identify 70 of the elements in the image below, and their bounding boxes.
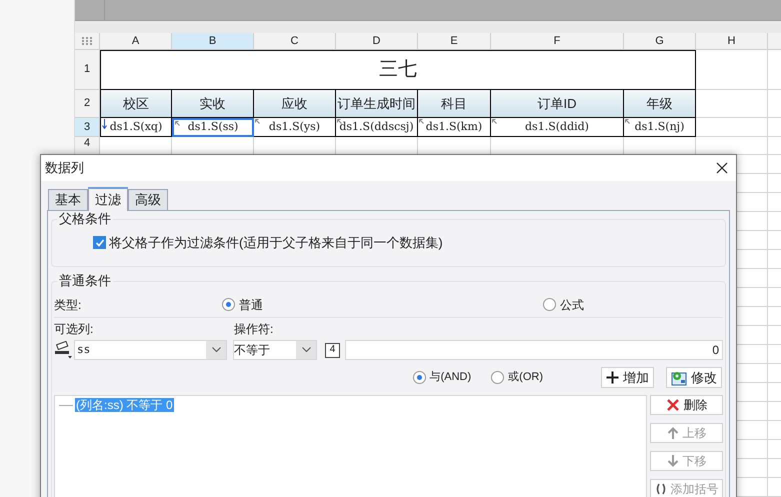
radio-button[interactable] [412, 371, 426, 384]
radio-label: 或(OR) [508, 370, 543, 386]
radio-label: 公式 [560, 296, 584, 314]
arrow-down-icon [102, 119, 107, 130]
edit-button[interactable]: 修改 [666, 367, 722, 388]
close-icon [666, 398, 680, 412]
window-title: 数据列 [45, 159, 84, 178]
type-label: 类型: [54, 296, 82, 314]
header-cell: 应收 [254, 90, 336, 118]
column-header[interactable]: D [336, 33, 418, 50]
column-header[interactable]: F [491, 33, 624, 50]
operator-label: 操作符: [234, 321, 274, 338]
bracket-icon [654, 483, 666, 495]
corner-marker-icon [175, 121, 180, 126]
report-title: 三七 [100, 50, 696, 90]
add-button[interactable]: 增加 [601, 367, 654, 388]
column-type-icon[interactable] [54, 341, 74, 359]
radio-button[interactable] [491, 371, 504, 384]
checkbox[interactable] [93, 236, 106, 250]
column-label: 可选列: [54, 321, 94, 338]
radio-label: 普通 [239, 296, 263, 314]
value-field[interactable]: 0 [345, 340, 723, 360]
corner-marker-icon [337, 119, 342, 124]
operator-dropdown[interactable]: 不等于 [233, 340, 317, 360]
field-cell[interactable]: ds1.S(ys) [254, 118, 336, 138]
row-header[interactable]: 3 [75, 118, 100, 138]
column-header[interactable]: E [418, 33, 491, 50]
header-cell: 科目 [418, 90, 491, 118]
header-cell: 实收 [172, 90, 254, 118]
select-all-icon[interactable] [82, 37, 92, 46]
row-header[interactable]: 1 [75, 50, 100, 90]
column-dropdown[interactable]: ss [74, 340, 227, 360]
field-cell[interactable]: ds1.S(ddid) [491, 118, 624, 138]
arrow-down-icon [666, 454, 678, 468]
tab[interactable]: 高级 [128, 189, 168, 210]
column-header[interactable]: G [624, 33, 696, 50]
checkbox-label: 将父格子作为过滤条件(适用于父子格来自于同一个数据集) [109, 234, 443, 252]
field-cell[interactable]: ds1.S(ss) [172, 118, 254, 138]
column-header[interactable]: B [172, 33, 254, 50]
tab[interactable]: 过滤 [88, 187, 128, 211]
delete-button[interactable]: 删除 [650, 395, 723, 415]
chevron-down-icon [212, 347, 220, 353]
field-cell[interactable]: ds1.S(km) [418, 118, 491, 138]
plus-icon [606, 371, 619, 384]
radio-button[interactable] [543, 298, 556, 311]
header-cell: 订单生成时间 [336, 90, 418, 118]
corner-marker-icon [625, 119, 630, 124]
radio-label: 与(AND) [430, 370, 472, 386]
arrow-up-icon [666, 426, 678, 440]
row-header[interactable]: 4 [75, 137, 100, 155]
header-cell: 校区 [100, 90, 172, 118]
chevron-down-icon [302, 347, 310, 353]
gear-window-icon [671, 370, 687, 386]
column-header[interactable]: H [696, 33, 768, 50]
header-cell: 年级 [624, 90, 696, 118]
field-cell[interactable]: ds1.S(nj) [624, 118, 696, 138]
value-type-button[interactable]: 4 [325, 342, 340, 358]
corner-marker-icon [492, 119, 497, 124]
field-cell[interactable]: ds1.S(ddscsj) [336, 118, 418, 138]
field-cell[interactable]: ds1.S(xq) [100, 118, 172, 138]
close-icon[interactable] [716, 162, 728, 174]
group-legend: 普通条件 [57, 274, 113, 288]
radio-button[interactable] [222, 298, 235, 311]
row-header[interactable]: 2 [75, 90, 100, 118]
corner-marker-icon [255, 119, 260, 124]
tab[interactable]: 基本 [48, 189, 88, 210]
corner-marker-icon [419, 119, 424, 124]
header-cell: 订单ID [491, 90, 624, 118]
column-header[interactable]: C [254, 33, 336, 50]
group-legend: 父格条件 [57, 212, 113, 226]
